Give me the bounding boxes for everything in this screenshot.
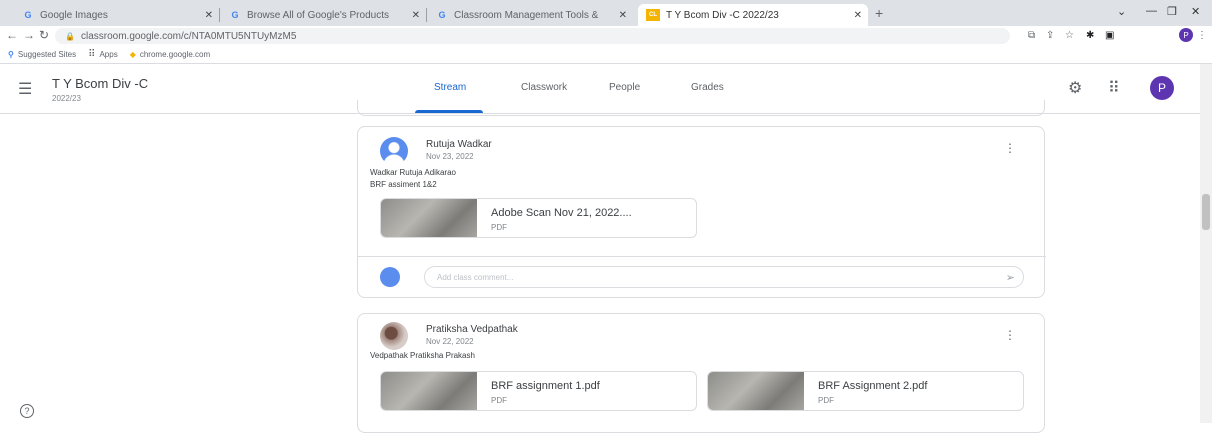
previous-post-card — [357, 100, 1045, 116]
browser-tab-classroom-tools[interactable]: G Classroom Management Tools & ✕ — [428, 4, 633, 26]
url-text: classroom.google.com/c/NTA0MTU5NTUyMzM5 — [80, 30, 297, 42]
browser-tab-bar: G Google Images ✕ G Browse All of Google… — [0, 0, 1212, 26]
classroom-icon: CL — [646, 9, 660, 21]
comment-avatar — [380, 267, 400, 287]
post-date: Nov 23, 2022 — [426, 152, 474, 161]
attachment-thumbnail — [381, 199, 477, 237]
avatar[interactable]: P — [1150, 76, 1174, 100]
browser-tab-products[interactable]: G Browse All of Google's Products ✕ — [221, 4, 427, 26]
bookmark-icon: ◆ — [129, 50, 136, 59]
help-icon[interactable]: ? — [20, 404, 34, 418]
author-avatar[interactable] — [380, 137, 408, 165]
sidebar-icon[interactable]: ▣ — [1105, 30, 1114, 41]
search-icon: ⚲ — [8, 50, 14, 59]
menu-dots-icon[interactable]: ⋮ — [1197, 30, 1207, 41]
class-year: 2022/23 — [52, 94, 81, 103]
window-close-icon[interactable]: ✕ — [1191, 5, 1200, 18]
attachment-thumbnail — [381, 372, 477, 410]
post-card: Rutuja Wadkar Nov 23, 2022 ⋮ Wadkar Rutu… — [357, 126, 1046, 298]
bookmark-chrome[interactable]: chrome.google.com — [140, 50, 210, 59]
class-title[interactable]: T Y Bcom Div -C — [52, 76, 148, 91]
tab-separator — [219, 8, 220, 22]
attachment-card[interactable]: Adobe Scan Nov 21, 2022.... PDF — [380, 198, 697, 238]
tab-separator — [426, 8, 427, 22]
google-icon: G — [24, 10, 32, 20]
minimize-icon[interactable]: — — [1146, 5, 1157, 17]
attachment-card[interactable]: BRF assignment 1.pdf PDF — [380, 371, 697, 411]
share-icon[interactable]: ⇪ — [1046, 30, 1054, 41]
author-avatar[interactable] — [380, 322, 408, 350]
attachment-title: BRF assignment 1.pdf — [491, 380, 600, 392]
tab-label: Classroom Management Tools & — [454, 9, 599, 21]
extensions-icon[interactable]: ✱ — [1086, 30, 1094, 41]
google-icon: G — [231, 10, 239, 20]
post-card: Pratiksha Vedpathak Nov 22, 2022 ⋮ Vedpa… — [357, 313, 1045, 433]
install-icon[interactable]: ⧉ — [1028, 30, 1035, 41]
attachment-thumbnail — [708, 372, 804, 410]
comment-row: Add class comment... ➢ — [358, 256, 1046, 298]
tab-classwork[interactable]: Classwork — [521, 82, 567, 93]
attachment-type: PDF — [491, 396, 507, 405]
tab-label: Browse All of Google's Products — [247, 9, 389, 21]
maximize-icon[interactable]: ❐ — [1167, 5, 1177, 18]
post-text-line: Wadkar Rutuja Adikarao — [370, 168, 456, 177]
attachment-type: PDF — [491, 223, 507, 232]
hamburger-menu-icon[interactable]: ☰ — [18, 79, 32, 99]
new-tab-icon[interactable]: + — [875, 5, 883, 21]
post-author[interactable]: Rutuja Wadkar — [426, 139, 492, 150]
forward-icon[interactable]: → — [23, 28, 35, 42]
google-icon: G — [438, 10, 446, 20]
bookmarks-bar: ⚲ Suggested Sites ⠿ Apps ◆ chrome.google… — [0, 46, 1212, 64]
bookmark-suggested-sites[interactable]: Suggested Sites — [18, 50, 76, 59]
apps-grid-icon: ⠿ — [88, 49, 96, 60]
close-icon[interactable]: ✕ — [854, 10, 862, 21]
post-text-line: Vedpathak Pratiksha Prakash — [370, 351, 475, 360]
close-icon[interactable]: ✕ — [412, 10, 420, 21]
close-icon[interactable]: ✕ — [619, 10, 627, 21]
tab-label: Google Images — [40, 9, 108, 21]
browser-profile-avatar[interactable]: P — [1179, 28, 1193, 42]
star-icon[interactable]: ☆ — [1065, 30, 1074, 41]
reload-icon[interactable]: ↻ — [39, 28, 49, 42]
post-text-line: BRF assiment 1&2 — [370, 180, 437, 189]
scrollbar[interactable] — [1200, 64, 1212, 423]
post-date: Nov 22, 2022 — [426, 337, 474, 346]
attachment-card[interactable]: BRF Assignment 2.pdf PDF — [707, 371, 1024, 411]
apps-grid-icon[interactable]: ⠿ — [1108, 78, 1120, 98]
tab-grades[interactable]: Grades — [691, 82, 724, 93]
send-icon[interactable]: ➢ — [1006, 271, 1015, 284]
back-icon[interactable]: ← — [6, 28, 18, 42]
tab-stream[interactable]: Stream — [434, 82, 466, 93]
close-icon[interactable]: ✕ — [205, 10, 213, 21]
gear-icon[interactable]: ⚙ — [1068, 78, 1082, 98]
class-comment-input[interactable]: Add class comment... ➢ — [424, 266, 1024, 288]
browser-tab-google-images[interactable]: G Google Images ✕ — [14, 4, 220, 26]
post-author[interactable]: Pratiksha Vedpathak — [426, 324, 518, 335]
comment-placeholder: Add class comment... — [437, 272, 514, 282]
bookmark-apps[interactable]: Apps — [99, 50, 117, 59]
address-bar-row: ← → ↻ 🔒 classroom.google.com/c/NTA0MTU5N… — [0, 26, 1212, 46]
tab-people[interactable]: People — [609, 82, 640, 93]
more-options-icon[interactable]: ⋮ — [1004, 141, 1016, 155]
browser-tab-classroom[interactable]: CL T Y Bcom Div -C 2022/23 ✕ — [638, 4, 868, 26]
scrollbar-thumb[interactable] — [1202, 194, 1210, 230]
url-bar[interactable]: 🔒 classroom.google.com/c/NTA0MTU5NTUyMzM… — [55, 28, 1010, 44]
tab-label: T Y Bcom Div -C 2022/23 — [666, 9, 779, 21]
attachment-title: Adobe Scan Nov 21, 2022.... — [491, 207, 632, 219]
tab-search-icon[interactable]: ⌄ — [1117, 5, 1126, 18]
lock-icon: 🔒 — [65, 31, 75, 41]
attachment-type: PDF — [818, 396, 834, 405]
more-options-icon[interactable]: ⋮ — [1004, 328, 1016, 342]
attachment-title: BRF Assignment 2.pdf — [818, 380, 928, 392]
